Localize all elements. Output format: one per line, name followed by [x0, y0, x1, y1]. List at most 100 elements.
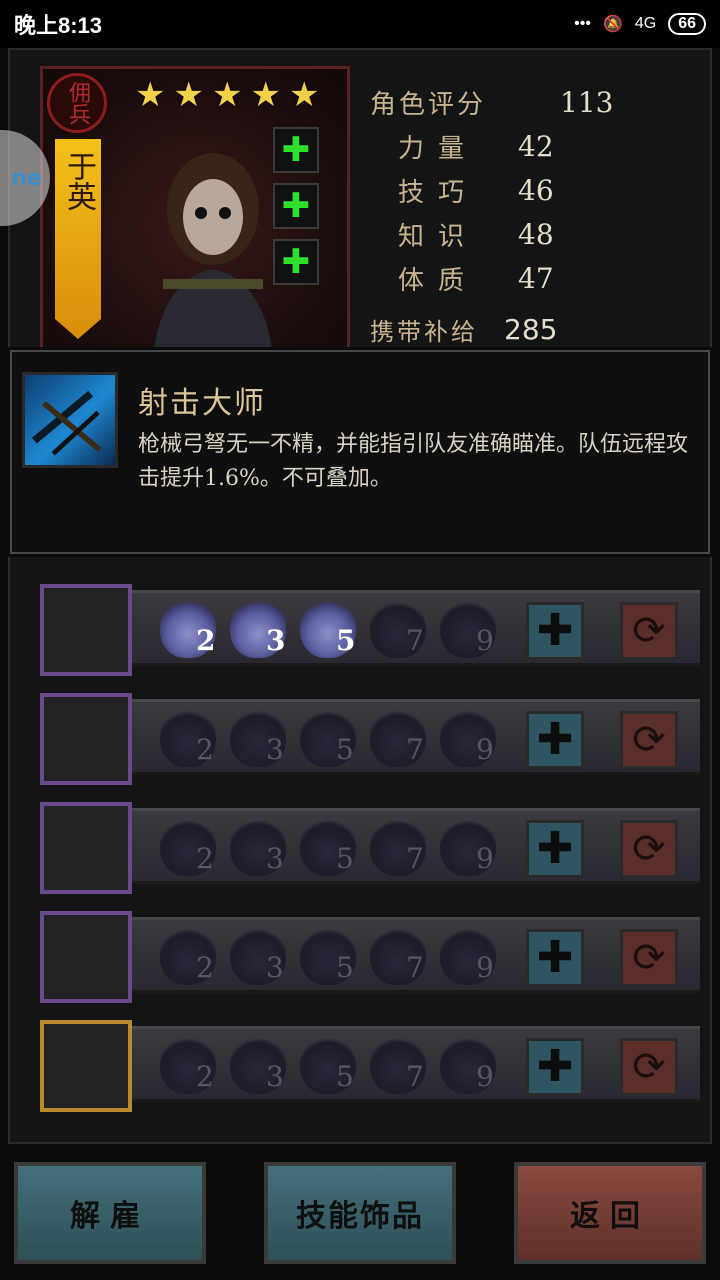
level-number: 3 [266, 733, 284, 766]
energy-hand-icon[interactable] [40, 1020, 132, 1112]
level-number: 7 [406, 1060, 424, 1093]
blade-icon[interactable] [40, 693, 132, 785]
plus-icon: ✚ [536, 714, 574, 765]
stat-value: 42 [518, 129, 554, 163]
stat-label: 体质 [398, 265, 479, 296]
stats-panel: 角色评分 113 力量 42 技巧 46 知识 48 体质 47 [370, 80, 700, 300]
skill-level-slot: 3 [230, 925, 296, 991]
star-icon: ★ [250, 75, 281, 115]
skill-swap-button[interactable]: ⟳ [620, 1038, 678, 1096]
skill-row: 2 3 5 7 9 ✚ ⟳ [40, 693, 704, 785]
skill-row: 2 3 5 7 9 ✚ ⟳ [40, 584, 704, 676]
equip-slot-add-button[interactable]: ✚ [273, 239, 319, 285]
supply-label: 携带补给 [370, 318, 478, 346]
plus-icon: ✚ [281, 186, 311, 226]
hero-portrait-card: 佣兵 ★ ★ ★ ★ ★ 于英 ✚ ✚ ✚ [40, 66, 350, 356]
level-number: 3 [266, 951, 284, 984]
star-rating: ★ ★ ★ ★ ★ [135, 75, 319, 115]
skill-swap-button[interactable]: ⟳ [620, 929, 678, 987]
level-number: 5 [336, 1060, 354, 1093]
hero-name-banner: 于英 [55, 139, 101, 339]
stat-row-knowledge: 知识 48 [370, 212, 700, 256]
swap-icon: ⟳ [632, 1044, 666, 1090]
stat-label: 技巧 [398, 177, 479, 208]
equip-slot-add-button[interactable]: ✚ [273, 183, 319, 229]
more-icon: ••• [574, 15, 591, 32]
skill-upgrade-button[interactable]: ✚ [526, 602, 584, 660]
level-number: 3 [266, 1060, 284, 1093]
skill-level-slot: 2 [160, 1034, 226, 1100]
stat-label: 力量 [398, 133, 479, 164]
skill-upgrade-button[interactable]: ✚ [526, 820, 584, 878]
skill-level-slot: 7 [370, 1034, 436, 1100]
level-number: 7 [406, 842, 424, 875]
bag-icon[interactable] [40, 802, 132, 894]
battery-indicator: 66 [668, 13, 706, 35]
skill-level-slot: 3 [230, 707, 296, 773]
skill-level-slot: 9 [440, 925, 506, 991]
score-row: 角色评分 113 [370, 80, 700, 124]
star-icon: ★ [135, 75, 166, 115]
skill-row: 2 3 5 7 9 ✚ ⟳ [40, 802, 704, 894]
bottom-bar: 解雇 技能饰品 返回 [0, 1162, 720, 1266]
skill-level-slot: 9 [440, 1034, 506, 1100]
level-number: 9 [476, 1060, 494, 1093]
skill-upgrade-button[interactable]: ✚ [526, 1038, 584, 1096]
stat-value: 48 [518, 217, 554, 251]
swap-icon: ⟳ [632, 608, 666, 654]
skill-upgrade-button[interactable]: ✚ [526, 711, 584, 769]
skill-level-slot: 3 [230, 816, 296, 882]
level-number: 5 [336, 951, 354, 984]
stat-label: 知识 [398, 221, 479, 252]
plus-icon: ✚ [281, 130, 311, 170]
skill-row: 2 3 5 7 9 ✚ ⟳ [40, 1020, 704, 1112]
skill-upgrade-button[interactable]: ✚ [526, 929, 584, 987]
stat-value: 47 [518, 261, 554, 295]
mercenary-seal: 佣兵 [47, 73, 107, 133]
level-number: 7 [406, 624, 424, 657]
status-bar: 晚上8:13 ••• 🔕 4G 66 [0, 0, 720, 48]
skill-title: 射击大师 [138, 386, 266, 421]
handshake-icon[interactable] [40, 911, 132, 1003]
equip-slot-add-button[interactable]: ✚ [273, 127, 319, 173]
plus-icon: ✚ [536, 1041, 574, 1092]
crossbow-icon [22, 372, 118, 468]
star-icon: ★ [211, 75, 243, 115]
skill-row: 2 3 5 7 9 ✚ ⟳ [40, 911, 704, 1003]
skill-accessory-button[interactable]: 技能饰品 [264, 1162, 456, 1264]
stat-row-skill: 技巧 46 [370, 168, 700, 212]
level-number: 9 [476, 624, 494, 657]
skill-level-slot: 5 [300, 816, 366, 882]
skill-level-slot: 2 [160, 707, 226, 773]
dismiss-button[interactable]: 解雇 [14, 1162, 206, 1264]
level-number: 2 [196, 624, 216, 657]
skill-level-slot: 9 [440, 816, 506, 882]
skill-swap-button[interactable]: ⟳ [620, 602, 678, 660]
back-button[interactable]: 返回 [514, 1162, 706, 1264]
level-number: 5 [336, 624, 356, 657]
skill-level-slot: 7 [370, 707, 436, 773]
skill-tooltip: 射击大师 枪械弓弩无一不精，并能指引队友准确瞄准。队伍远程攻击提升1.6%。不可… [10, 350, 710, 554]
level-number: 7 [406, 733, 424, 766]
skill-level-slot: 2 [160, 816, 226, 882]
level-number: 3 [266, 842, 284, 875]
skill-swap-button[interactable]: ⟳ [620, 820, 678, 878]
plus-icon: ✚ [536, 605, 574, 656]
skill-level-slot: 3 [230, 598, 296, 664]
star-icon: ★ [173, 75, 204, 115]
score-value: 113 [560, 85, 614, 119]
signal-icon: 4G [634, 15, 657, 32]
skill-level-slot: 5 [300, 925, 366, 991]
level-number: 5 [336, 733, 354, 766]
skill-level-slot: 2 [160, 598, 226, 664]
swap-icon: ⟳ [632, 826, 666, 872]
supply-row: 携带补给 285 [370, 312, 557, 347]
level-number: 9 [476, 951, 494, 984]
stat-row-constitution: 体质 47 [370, 256, 700, 300]
skill-swap-button[interactable]: ⟳ [620, 711, 678, 769]
crossbow-icon[interactable] [40, 584, 132, 676]
level-number: 9 [476, 842, 494, 875]
clock: 晚上8:13 [14, 13, 103, 38]
score-label: 角色评分 [370, 89, 487, 120]
plus-icon: ✚ [281, 242, 311, 282]
